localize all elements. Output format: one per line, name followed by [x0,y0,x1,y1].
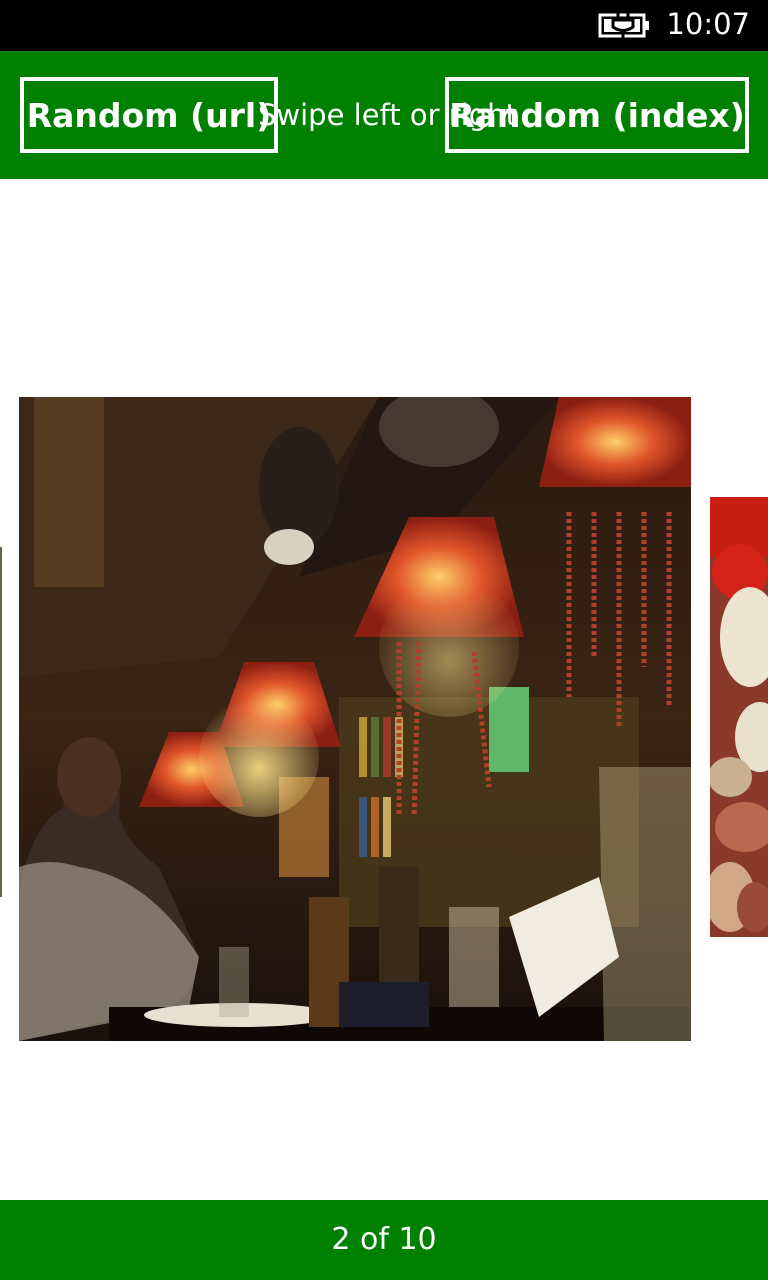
random-index-button[interactable]: Random (index) [445,77,749,153]
header-bar: Swipe left or right Random (url) Random … [0,51,768,179]
status-time: 10:07 [666,7,750,41]
next-image-edge[interactable] [710,497,768,937]
bar-interior-photo [19,397,691,1041]
current-image[interactable] [19,397,691,1041]
food-platter-photo [710,497,768,937]
battery-charging-icon [598,12,649,38]
previous-image-edge[interactable] [0,547,2,897]
page-indicator: 2 of 10 [331,1222,437,1257]
status-bar: 10:07 [0,0,768,51]
image-carousel[interactable] [0,179,768,1200]
random-url-button[interactable]: Random (url) [20,77,278,153]
footer-bar: 2 of 10 [0,1200,768,1280]
